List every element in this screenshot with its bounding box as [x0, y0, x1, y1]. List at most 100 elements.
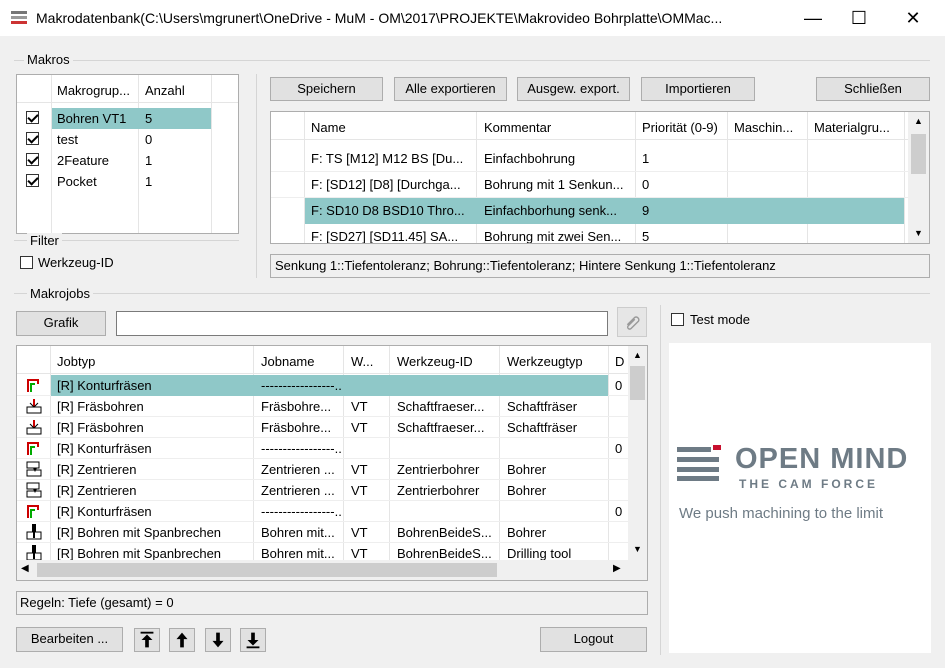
paperclip-icon — [626, 316, 640, 330]
job-cell: [R] Konturfräsen — [57, 378, 152, 393]
col-anzahl[interactable]: Anzahl — [145, 83, 185, 98]
group-checkbox[interactable] — [26, 153, 39, 166]
group-checkbox[interactable] — [26, 111, 39, 124]
job-cell: Schaftfraeser... — [397, 399, 485, 414]
job-row[interactable]: [R] Fräsbohren Fräsbohre... VT Schaftfraese… — [17, 417, 647, 438]
col-name[interactable]: Name — [311, 120, 346, 135]
group-name: Pocket — [57, 174, 97, 189]
makro-group-row[interactable]: 2Feature 1 — [17, 150, 238, 171]
macro-table-header: Name Kommentar Priorität (0-9) Maschin..… — [271, 112, 929, 140]
group-count: 0 — [145, 132, 153, 147]
contour-icon — [25, 502, 43, 523]
close-button[interactable]: Schließen — [816, 77, 930, 101]
werkzeug-id-label[interactable]: Werkzeug-ID — [38, 255, 114, 270]
attach-button[interactable] — [617, 307, 647, 337]
job-cell: -----------------... — [261, 504, 341, 519]
job-cell: [R] Zentrieren — [57, 462, 137, 477]
save-button[interactable]: Speichern — [270, 77, 383, 101]
scroll-up-icon[interactable]: ▲ — [914, 116, 923, 126]
col-maschine[interactable]: Maschin... — [734, 120, 793, 135]
minimize-button[interactable]: — — [790, 0, 836, 36]
makro-group-row[interactable]: Pocket 1 — [17, 171, 238, 192]
edit-button[interactable]: Bearbeiten ... — [16, 627, 123, 652]
col-prioritaet[interactable]: Priorität (0-9) — [642, 120, 718, 135]
job-cell: Zentrieren ... — [261, 483, 335, 498]
jobs-vscrollbar[interactable]: ▲ ▼ — [628, 346, 647, 560]
col-werkzeug-id[interactable]: Werkzeug-ID — [397, 354, 473, 369]
rules-status: Regeln: Tiefe (gesamt) = 0 — [16, 591, 648, 615]
scroll-down-icon[interactable]: ▼ — [633, 544, 642, 554]
macro-row[interactable]: F: TS [M12] M12 BS [Du... Einfachbohrung… — [271, 146, 929, 172]
scroll-down-icon[interactable]: ▼ — [914, 228, 923, 238]
job-row[interactable]: [R] Zentrieren Zentrieren ... VT Zentrierbo… — [17, 459, 647, 480]
contour-icon — [25, 376, 43, 397]
scroll-thumb[interactable] — [630, 366, 645, 400]
move-top-button[interactable] — [134, 628, 160, 652]
makros-separator — [256, 74, 257, 278]
logout-button[interactable]: Logout — [540, 627, 647, 652]
move-top-icon — [140, 631, 154, 648]
import-button[interactable]: Importieren — [641, 77, 755, 101]
scroll-thumb[interactable] — [911, 134, 926, 174]
macro-priority: 9 — [642, 203, 650, 218]
job-cell: VT — [351, 399, 368, 414]
col-jobtyp[interactable]: Jobtyp — [57, 354, 95, 369]
job-cell: [R] Fräsbohren — [57, 420, 144, 435]
test-mode-label[interactable]: Test mode — [690, 312, 750, 327]
export-selected-button[interactable]: Ausgew. export. — [517, 77, 630, 101]
jobs-hscrollbar[interactable]: ◀ ▶ — [17, 560, 647, 580]
logo-name: OPEN MIND — [735, 443, 909, 475]
macro-name: F: SD10 D8 BSD10 Thro... — [311, 203, 465, 218]
makrojob-input[interactable] — [116, 311, 608, 336]
job-row[interactable]: [R] Fräsbohren Fräsbohre... VT Schaftfraese… — [17, 396, 647, 417]
job-row[interactable]: [R] Konturfräsen -----------------... 0 — [17, 438, 647, 459]
filter-label: Filter — [27, 233, 62, 248]
job-cell: Fräsbohre... — [261, 399, 332, 414]
macro-table[interactable]: Name Kommentar Priorität (0-9) Maschin..… — [270, 111, 930, 244]
macro-row-selected[interactable]: F: SD10 D8 BSD10 Thro... Einfachborhung … — [271, 198, 929, 224]
hscroll-thumb[interactable] — [37, 563, 497, 577]
group-checkbox[interactable] — [26, 132, 39, 145]
makro-group-row[interactable]: test 0 — [17, 129, 238, 150]
export-all-button[interactable]: Alle exportieren — [394, 77, 507, 101]
col-d[interactable]: D — [615, 354, 624, 369]
macro-row[interactable]: F: [SD27] [SD11.45] SA... Bohrung mit zw… — [271, 224, 929, 244]
scroll-left-icon[interactable]: ◀ — [21, 563, 29, 574]
scroll-right-icon[interactable]: ▶ — [613, 563, 621, 574]
makrojobs-group-border — [14, 293, 930, 294]
macro-comment: Bohrung mit zwei Sen... — [484, 229, 622, 244]
job-row[interactable]: [R] Zentrieren Zentrieren ... VT Zentrierbo… — [17, 480, 647, 501]
col-werkzeugtyp[interactable]: Werkzeugtyp — [507, 354, 583, 369]
move-bottom-button[interactable] — [240, 628, 266, 652]
open-mind-logo-icon — [677, 445, 721, 481]
col-makrogruppe[interactable]: Makrogrup... — [57, 83, 130, 98]
group-name: test — [57, 132, 78, 147]
close-window-button[interactable]: ✕ — [890, 0, 936, 36]
macro-table-scrollbar[interactable]: ▲ ▼ — [908, 112, 929, 243]
grafik-button[interactable]: Grafik — [16, 311, 106, 336]
makro-group-row[interactable]: Bohren VT1 5 — [17, 108, 238, 129]
macro-priority: 0 — [642, 177, 650, 192]
col-w[interactable]: W... — [351, 354, 373, 369]
job-cell: VT — [351, 420, 368, 435]
test-mode-checkbox[interactable] — [671, 313, 684, 326]
macro-row[interactable]: F: [SD12] [D8] [Durchga... Bohrung mit 1… — [271, 172, 929, 198]
col-jobname[interactable]: Jobname — [261, 354, 314, 369]
makrojobs-table[interactable]: Jobtyp Jobname W... Werkzeug-ID Werkzeug… — [16, 345, 648, 581]
col-materialgruppe[interactable]: Materialgru... — [814, 120, 890, 135]
col-kommentar[interactable]: Kommentar — [484, 120, 551, 135]
macro-name: F: [SD12] [D8] [Durchga... — [311, 177, 461, 192]
job-row[interactable]: [R] Bohren mit Spanbrechen Bohren mit... V… — [17, 522, 647, 543]
job-row-selected[interactable]: [R] Konturfräsen -----------------... 0 — [17, 375, 647, 396]
job-row[interactable]: [R] Konturfräsen -----------------... 0 — [17, 501, 647, 522]
drill-mill-icon — [25, 418, 43, 439]
group-checkbox[interactable] — [26, 174, 39, 187]
macro-comment: Einfachbohrung — [484, 151, 576, 166]
werkzeug-id-checkbox[interactable] — [20, 256, 33, 269]
scroll-up-icon[interactable]: ▲ — [633, 350, 642, 360]
move-up-button[interactable] — [169, 628, 195, 652]
job-cell: BohrenBeideS... — [397, 525, 492, 540]
makro-groups-table[interactable]: Makrogrup... Anzahl Bohren VT1 5 test 0 … — [16, 74, 239, 234]
move-down-button[interactable] — [205, 628, 231, 652]
maximize-button[interactable]: ☐ — [836, 0, 882, 36]
